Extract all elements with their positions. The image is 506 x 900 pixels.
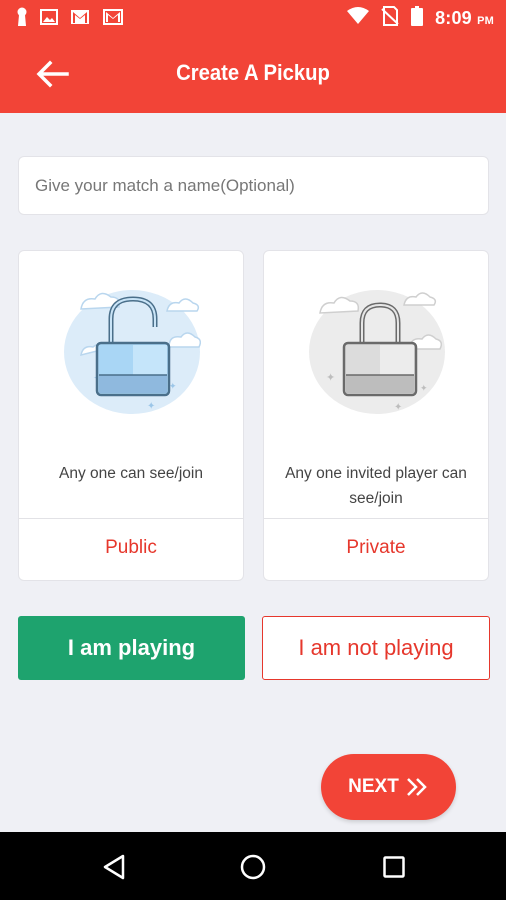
private-description: Any one invited player can see/join — [285, 465, 467, 507]
svg-text:✦: ✦ — [420, 384, 428, 394]
svg-text:✦: ✦ — [394, 402, 402, 413]
match-name-input[interactable] — [19, 157, 488, 214]
gmail-icon — [102, 8, 124, 26]
circle-home-icon — [240, 854, 266, 880]
public-option-card[interactable]: ✦ ✦ ✦ Any one can see/join Public — [18, 250, 244, 581]
image-icon — [40, 9, 58, 25]
private-option-card[interactable]: ✦ ✦ ✦ Any one invited player can see/joi… — [263, 250, 489, 581]
next-label: NEXT — [348, 776, 399, 797]
svg-text:✦: ✦ — [147, 401, 155, 412]
status-time: 8:09 PM — [435, 8, 494, 28]
nav-recents-button[interactable] — [377, 850, 411, 884]
divider — [264, 518, 488, 519]
double-chevron-right-icon — [406, 778, 427, 796]
i-am-playing-button[interactable]: I am playing — [18, 616, 245, 680]
system-nav-bar — [0, 832, 506, 900]
page-title: Create A Pickup — [176, 60, 330, 85]
divider — [19, 518, 243, 519]
private-label: Private — [346, 537, 406, 558]
svg-text:✦: ✦ — [326, 371, 335, 384]
gmail-icon — [70, 9, 90, 25]
nav-home-button[interactable] — [236, 850, 270, 884]
square-recents-icon — [383, 856, 405, 878]
no-signal-icon — [381, 6, 399, 31]
triangle-back-icon — [103, 854, 125, 880]
battery-icon — [411, 6, 424, 31]
wifi-icon — [347, 7, 370, 30]
notification-icons — [16, 7, 124, 27]
keyhole-icon — [16, 7, 28, 27]
status-bar: 8:09 PM — [0, 0, 506, 36]
next-button[interactable]: NEXT — [321, 754, 456, 820]
locked-padlock-icon: ✦ ✦ ✦ — [309, 290, 445, 414]
public-description: Any one can see/join — [59, 465, 203, 482]
system-icons: 8:09 PM — [347, 6, 494, 31]
nav-back-button[interactable] — [97, 850, 131, 884]
unlocked-padlock-icon: ✦ ✦ ✦ — [64, 290, 202, 414]
i-am-not-playing-button[interactable]: I am not playing — [262, 616, 490, 680]
match-name-field[interactable] — [18, 156, 489, 215]
public-label: Public — [105, 537, 157, 558]
app-bar: Create A Pickup — [0, 36, 506, 113]
